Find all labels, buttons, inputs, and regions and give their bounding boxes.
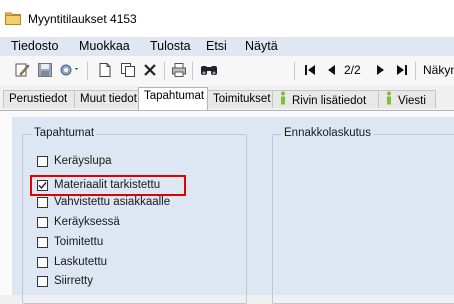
page-counter: 2/2	[344, 63, 361, 77]
checkbox-row-siirretty[interactable]: Siirretty	[37, 273, 93, 289]
menu-nayta[interactable]: Näytä	[245, 39, 278, 53]
checkbox-label: Keräyslupa	[54, 155, 112, 167]
tab-viesti[interactable]: Viesti	[378, 90, 436, 108]
prepayment-group-title: Ennakkolaskutus	[281, 127, 374, 139]
title-bar: Myyntitilaukset 4153	[0, 0, 454, 37]
checkbox[interactable]	[37, 216, 48, 228]
menu-tulosta[interactable]: Tulosta	[150, 39, 191, 53]
tab-label: Rivin lisätiedot	[292, 95, 367, 108]
prepayment-group: Ennakkolaskutus	[272, 127, 454, 304]
previous-icon[interactable]	[323, 61, 341, 79]
events-panel: Tapahtumat Ennakkolaskutus Keräyslupa Ma…	[12, 117, 454, 304]
tab-label: Perustiedot	[9, 93, 68, 105]
next-icon[interactable]	[371, 61, 389, 79]
checkbox-label: Laskutettu	[54, 256, 108, 268]
menu-muokkaa[interactable]: Muokkaa	[79, 39, 130, 53]
first-icon[interactable]	[301, 61, 319, 79]
checkbox[interactable]	[37, 155, 48, 167]
checkbox[interactable]	[37, 275, 48, 287]
save-icon[interactable]	[36, 61, 54, 79]
checkbox-label: Keräyksessä	[54, 216, 120, 228]
menu-bar: Tiedosto Muokkaa Tulosta Etsi Näytä	[0, 37, 454, 56]
events-group-title: Tapahtumat	[31, 127, 98, 139]
checkbox-row-kerayslupa[interactable]: Keräyslupa	[37, 153, 112, 169]
info-icon	[278, 91, 288, 111]
tab-tapahtumat[interactable]: Tapahtumat	[138, 87, 208, 110]
menu-tiedosto[interactable]: Tiedosto	[11, 39, 58, 53]
tab-label: Toimitukset	[213, 93, 271, 105]
tab-strip: Perustiedot Muut tiedot Tapahtumat Toimi…	[0, 86, 454, 110]
checkbox-row-vahvistettu-asiakkaalle[interactable]: Vahvistettu asiakkaalle	[37, 194, 170, 210]
checkbox-label: Vahvistettu asiakkaalle	[54, 196, 171, 208]
tab-toimitukset[interactable]: Toimitukset	[207, 90, 273, 108]
tab-perustiedot[interactable]: Perustiedot	[3, 90, 75, 108]
binoculars-icon[interactable]	[199, 61, 219, 79]
checkbox-label: Siirretty	[54, 275, 93, 287]
print-icon[interactable]	[170, 61, 188, 79]
delete-icon[interactable]	[141, 61, 159, 79]
tab-rivin-lisatiedot[interactable]: Rivin lisätiedot	[272, 90, 379, 108]
checkbox[interactable]	[37, 236, 48, 248]
tab-panel: Tapahtumat Ennakkolaskutus Keräyslupa Ma…	[0, 110, 454, 304]
checkbox-row-laskutettu[interactable]: Laskutettu	[37, 254, 107, 270]
checkbox-row-toimitettu[interactable]: Toimitettu	[37, 234, 103, 250]
tab-label: Viesti	[398, 95, 426, 108]
checkbox-row-kerayksessa[interactable]: Keräyksessä	[37, 214, 120, 230]
highlight-box	[30, 175, 186, 196]
settings-icon[interactable]	[58, 61, 82, 79]
tab-label: Muut tiedot	[80, 93, 137, 105]
window-title: Myyntitilaukset 4153	[28, 12, 137, 26]
last-icon[interactable]	[393, 61, 411, 79]
edit-icon[interactable]	[13, 61, 31, 79]
info-icon	[384, 91, 394, 111]
folder-icon	[4, 11, 22, 26]
checkbox-label: Toimitettu	[54, 236, 104, 248]
view-menu[interactable]: Näkym	[423, 63, 454, 77]
checkbox[interactable]	[37, 256, 48, 268]
menu-etsi[interactable]: Etsi	[206, 39, 227, 53]
toolbar: 2/2 Näkym	[0, 56, 454, 87]
tab-label: Tapahtumat	[144, 90, 205, 102]
copy-icon[interactable]	[119, 61, 137, 79]
tab-muut-tiedot[interactable]: Muut tiedot	[74, 90, 139, 108]
checkbox[interactable]	[37, 196, 48, 208]
new-document-icon[interactable]	[96, 61, 114, 79]
